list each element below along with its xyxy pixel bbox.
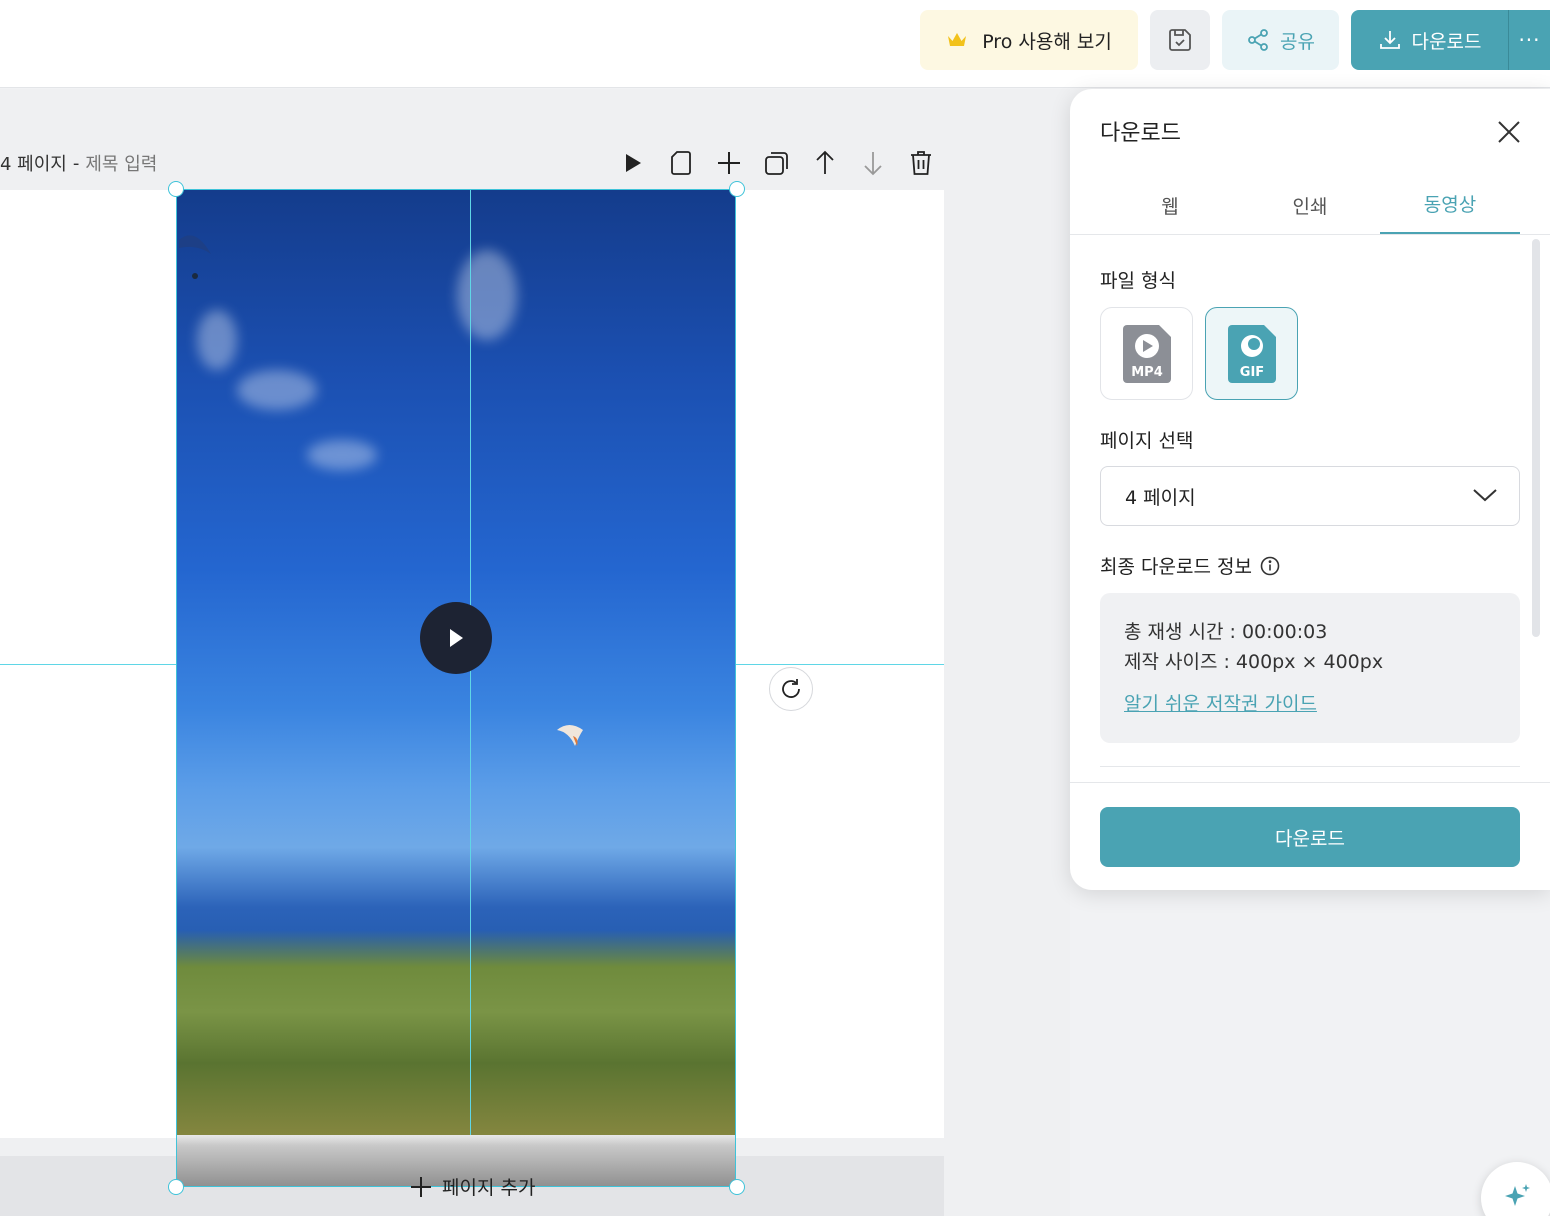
move-down-button[interactable]	[858, 146, 888, 180]
copyright-guide-link[interactable]: 알기 쉬운 저작권 가이드	[1124, 689, 1496, 719]
top-bar: Pro 사용해 보기 공유 다운로드 ···	[0, 0, 1550, 88]
rotate-icon	[782, 679, 800, 698]
play-page-button[interactable]	[618, 146, 648, 180]
download-info-box: 총 재생 시간 : 00:00:03 제작 사이즈 : 400px × 400p…	[1100, 593, 1520, 743]
share-icon	[1248, 29, 1268, 51]
share-button[interactable]: 공유	[1222, 10, 1339, 70]
duration-text: 총 재생 시간 : 00:00:03	[1124, 621, 1328, 643]
add-page-button[interactable]	[714, 146, 744, 180]
paraglider-shape	[557, 725, 583, 746]
format-mp4-option[interactable]: MP4	[1100, 307, 1193, 400]
pro-trial-label: Pro 사용해 보기	[982, 30, 1112, 53]
page-title-input[interactable]: 제목 입력	[85, 150, 157, 176]
final-info-label: 최종 다운로드 정보	[1100, 556, 1252, 578]
info-icon[interactable]	[1260, 556, 1280, 576]
close-button[interactable]	[1494, 117, 1524, 147]
format-gif-option[interactable]: GIF	[1205, 307, 1298, 400]
resize-handle[interactable]	[168, 1179, 184, 1195]
panel-divider	[1100, 766, 1520, 767]
ai-assistant-button[interactable]	[1481, 1162, 1550, 1216]
page-icon	[671, 151, 691, 175]
sparkle-icon	[1505, 1184, 1530, 1206]
add-page-label: 페이지 추가	[442, 1177, 536, 1199]
share-label: 공유	[1280, 30, 1315, 53]
final-info-heading: 최종 다운로드 정보	[1100, 552, 1280, 579]
gif-file-icon: GIF	[1227, 324, 1276, 383]
page-toolbar	[618, 146, 936, 180]
panel-title: 다운로드	[1100, 121, 1181, 146]
delete-page-button[interactable]	[906, 146, 936, 180]
chevron-down-icon	[1473, 489, 1497, 502]
download-top-label: 다운로드	[1411, 30, 1482, 53]
play-icon	[450, 629, 463, 647]
crown-icon	[948, 33, 967, 46]
arrow-down-icon	[864, 152, 882, 176]
page-select-label: 페이지 선택	[1100, 430, 1194, 452]
download-button[interactable]: 다운로드	[1100, 807, 1520, 867]
tab-video[interactable]: 동영상	[1380, 175, 1520, 235]
plus-icon	[718, 152, 740, 174]
file-format-label: 파일 형식	[1100, 270, 1176, 292]
resize-handle[interactable]	[729, 1179, 745, 1195]
add-page-label-group[interactable]: 페이지 추가	[410, 1173, 535, 1200]
rotate-button[interactable]	[769, 667, 813, 711]
arrow-up-icon	[816, 150, 834, 174]
panel-scrollbar[interactable]	[1532, 239, 1540, 637]
save-check-icon	[1169, 29, 1191, 51]
pro-trial-button[interactable]: Pro 사용해 보기	[920, 10, 1138, 70]
trash-icon	[911, 151, 931, 175]
svg-text:GIF: GIF	[1239, 365, 1263, 380]
duplicate-icon	[765, 152, 788, 175]
video-play-button[interactable]	[420, 602, 492, 674]
page-header: 4 페이지 - 제목 입력	[0, 147, 157, 179]
more-label: ···	[1518, 28, 1541, 52]
download-panel: 다운로드 웹 인쇄 동영상 파일 형식 MP4 GIF 페이지 선택 4 페이지…	[1070, 89, 1550, 890]
duplicate-page-button[interactable]	[762, 146, 792, 180]
plus-icon	[411, 1176, 431, 1197]
resize-handle[interactable]	[729, 181, 745, 197]
svg-text:MP4: MP4	[1131, 365, 1163, 380]
panel-footer-divider	[1070, 782, 1550, 783]
play-icon	[626, 154, 641, 172]
page-select-value: 4 페이지	[1125, 486, 1196, 509]
tab-web[interactable]: 웹	[1100, 175, 1240, 235]
cloud-shape	[457, 250, 517, 340]
video-element[interactable]	[176, 189, 736, 1187]
paraglider-shape	[179, 235, 211, 279]
size-text: 제작 사이즈 : 400px × 400px	[1124, 651, 1384, 673]
cloud-shape	[197, 310, 237, 370]
cloud-shape	[307, 440, 377, 470]
format-tabs: 웹 인쇄 동영상	[1100, 175, 1520, 235]
tabs-divider	[1070, 234, 1550, 235]
page-number: 4 페이지	[0, 154, 67, 175]
page-select-dropdown[interactable]: 4 페이지	[1100, 466, 1520, 526]
grass-foreground	[177, 930, 735, 1135]
cloud-shape	[237, 370, 317, 410]
save-button[interactable]	[1150, 10, 1210, 70]
tab-print[interactable]: 인쇄	[1240, 175, 1380, 235]
download-top-button[interactable]: 다운로드	[1351, 10, 1508, 70]
move-up-button[interactable]	[810, 146, 840, 180]
resize-handle[interactable]	[168, 181, 184, 197]
download-icon	[1379, 31, 1400, 49]
page-note-button[interactable]	[666, 146, 696, 180]
close-icon	[1498, 121, 1520, 143]
mp4-file-icon: MP4	[1122, 324, 1171, 383]
more-options-button[interactable]: ···	[1508, 10, 1550, 70]
page-separator: -	[72, 152, 80, 174]
